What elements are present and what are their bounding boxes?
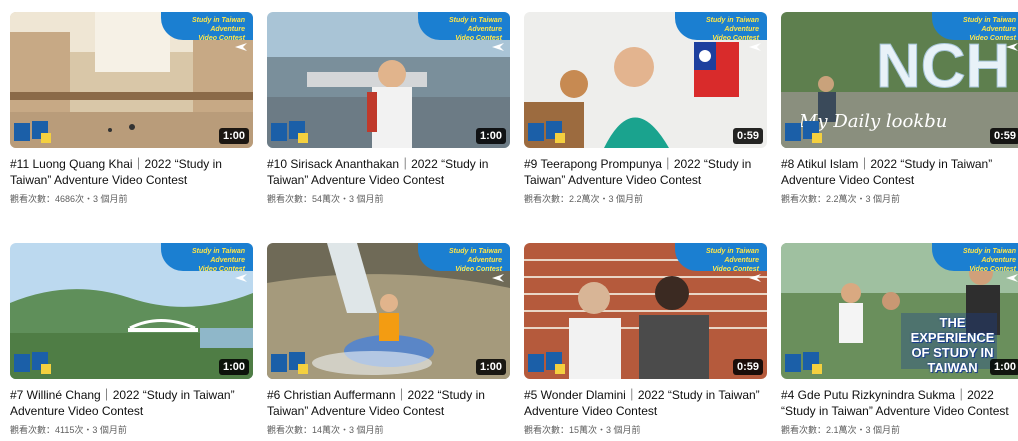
video-meta: 觀看次數：2.2萬次・3 個月前 bbox=[524, 194, 644, 204]
passport-stamps-icon bbox=[271, 121, 308, 143]
video-title[interactable]: #5 Wonder Dlamini｜2022 “Study in Taiwan”… bbox=[524, 387, 767, 419]
video-title[interactable]: #9 Teerapong Prompunya｜2022 “Study in Ta… bbox=[524, 156, 767, 188]
airplane-icon bbox=[235, 43, 247, 51]
video-thumbnail[interactable]: Study in Taiwan Adventure Video Contest … bbox=[267, 243, 510, 379]
video-duration: 1:00 bbox=[218, 359, 249, 375]
video-meta: 觀看次數：15萬次・3 個月前 bbox=[524, 425, 641, 435]
video-card[interactable]: Study in Taiwan Adventure Video Contest … bbox=[524, 12, 767, 205]
video-title[interactable]: #6 Christian Auffermann｜2022 “Study in T… bbox=[267, 387, 510, 419]
airplane-icon bbox=[492, 43, 504, 51]
airplane-icon bbox=[492, 274, 504, 282]
airplane-icon bbox=[235, 274, 247, 282]
video-meta: 觀看次數：4686次・3 個月前 bbox=[10, 194, 128, 204]
video-meta: 觀看次數：2.2萬次・3 個月前 bbox=[781, 194, 901, 204]
video-thumbnail[interactable]: Study in Taiwan Adventure Video Contest … bbox=[524, 243, 767, 379]
video-thumbnail[interactable]: NCH My Daily lookbu Study in Taiwan Adve… bbox=[781, 12, 1018, 148]
contest-banner: Study in Taiwan Adventure Video Contest bbox=[932, 12, 1018, 42]
video-meta: 觀看次數：14萬次・3 個月前 bbox=[267, 425, 384, 435]
contest-banner: Study in Taiwan Adventure Video Contest bbox=[932, 243, 1018, 273]
passport-stamps-icon bbox=[14, 352, 51, 374]
video-duration: 1:00 bbox=[989, 359, 1018, 375]
video-card[interactable]: Study in Taiwan Adventure Video Contest … bbox=[267, 12, 510, 205]
contest-banner: Study in Taiwan Adventure Video Contest bbox=[161, 243, 253, 273]
video-title[interactable]: #11 Luong Quang Khai｜2022 “Study in Taiw… bbox=[10, 156, 253, 188]
video-card[interactable]: Study in Taiwan Adventure Video Contest … bbox=[10, 243, 253, 436]
video-thumbnail[interactable]: Study in Taiwan Adventure Video Contest … bbox=[267, 12, 510, 148]
airplane-icon bbox=[749, 43, 761, 51]
contest-banner: Study in Taiwan Adventure Video Contest bbox=[161, 12, 253, 42]
passport-stamps-icon bbox=[785, 352, 822, 374]
video-duration: 1:00 bbox=[475, 128, 506, 144]
video-title[interactable]: #4 Gde Putu Rizkynindra Sukma｜2022 “Stud… bbox=[781, 387, 1018, 419]
video-card[interactable]: NCH My Daily lookbu Study in Taiwan Adve… bbox=[781, 12, 1018, 205]
video-card[interactable]: Study in Taiwan Adventure Video Contest … bbox=[267, 243, 510, 436]
passport-stamps-icon bbox=[528, 121, 565, 143]
video-thumbnail[interactable]: THE EXPERIENCE OF STUDY IN TAIWAN Study … bbox=[781, 243, 1018, 379]
video-meta: 觀看次數：54萬次・3 個月前 bbox=[267, 194, 384, 204]
airplane-icon bbox=[1006, 43, 1018, 51]
airplane-icon bbox=[1006, 274, 1018, 282]
passport-stamps-icon bbox=[271, 352, 308, 374]
contest-banner: Study in Taiwan Adventure Video Contest bbox=[418, 243, 510, 273]
video-duration: 1:00 bbox=[218, 128, 249, 144]
contest-banner: Study in Taiwan Adventure Video Contest bbox=[675, 243, 767, 273]
video-title[interactable]: #10 Sirisack Ananthakan｜2022 “Study in T… bbox=[267, 156, 510, 188]
video-duration: 0:59 bbox=[989, 128, 1018, 144]
video-duration: 0:59 bbox=[732, 359, 763, 375]
contest-banner: Study in Taiwan Adventure Video Contest bbox=[675, 12, 767, 42]
video-card[interactable]: Study in Taiwan Adventure Video Contest … bbox=[524, 243, 767, 436]
airplane-icon bbox=[749, 274, 761, 282]
video-thumbnail[interactable]: Study in Taiwan Adventure Video Contest … bbox=[524, 12, 767, 148]
video-thumbnail[interactable]: Study in Taiwan Adventure Video Contest … bbox=[10, 243, 253, 379]
contest-banner: Study in Taiwan Adventure Video Contest bbox=[418, 12, 510, 42]
passport-stamps-icon bbox=[785, 121, 822, 143]
video-card[interactable]: Study in Taiwan Adventure Video Contest … bbox=[10, 12, 253, 205]
video-thumbnail[interactable]: Study in Taiwan Adventure Video Contest … bbox=[10, 12, 253, 148]
thumbnail-overlay-text: THE EXPERIENCE OF STUDY IN TAIWAN bbox=[910, 315, 995, 375]
passport-stamps-icon bbox=[528, 352, 565, 374]
video-duration: 1:00 bbox=[475, 359, 506, 375]
video-title[interactable]: #7 Williné Chang｜2022 “Study in Taiwan” … bbox=[10, 387, 253, 419]
passport-stamps-icon bbox=[14, 121, 51, 143]
video-card[interactable]: THE EXPERIENCE OF STUDY IN TAIWAN Study … bbox=[781, 243, 1018, 436]
video-meta: 觀看次數：2.1萬次・3 個月前 bbox=[781, 425, 901, 435]
video-meta: 觀看次數：4115次・3 個月前 bbox=[10, 425, 127, 435]
video-title[interactable]: #8 Atikul Islam｜2022 “Study in Taiwan” A… bbox=[781, 156, 1018, 188]
video-duration: 0:59 bbox=[732, 128, 763, 144]
